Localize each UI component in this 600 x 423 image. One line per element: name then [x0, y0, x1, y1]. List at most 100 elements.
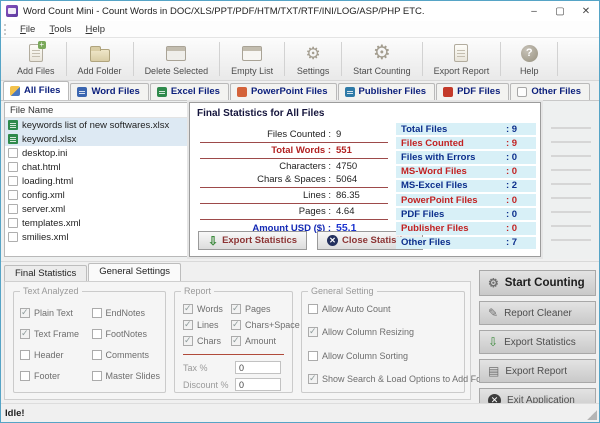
checkbox-lines[interactable]: Lines: [183, 317, 231, 333]
checkbox-box[interactable]: [20, 308, 30, 318]
report-cleaner-button[interactable]: ✎Report Cleaner: [479, 301, 596, 325]
checkbox-box[interactable]: [231, 320, 241, 330]
checkbox-box[interactable]: [20, 350, 30, 360]
start-counting-button[interactable]: ⚙ Start Counting: [343, 38, 421, 80]
checkbox-amount[interactable]: Amount: [231, 333, 300, 349]
resize-grip[interactable]: [587, 410, 597, 420]
file-row[interactable]: loading.html: [5, 174, 187, 188]
action-buttons: ⚙Start Counting ✎Report Cleaner ⇩Export …: [479, 270, 596, 412]
close-button-icon[interactable]: ✕: [573, 1, 599, 21]
window-controls: – ▢ ✕: [521, 1, 599, 21]
file-list-header[interactable]: File Name: [5, 103, 187, 118]
checkbox-box[interactable]: [308, 327, 318, 337]
export-report-action-button[interactable]: ▤Export Report: [479, 359, 596, 383]
tab-powerpoint-files[interactable]: PowerPoint Files: [230, 83, 337, 100]
file-icon: [8, 218, 18, 228]
excel-files-icon: [157, 87, 167, 97]
checkbox-footer[interactable]: Footer: [20, 365, 92, 386]
checkbox-words[interactable]: Words: [183, 301, 231, 317]
empty-list-button[interactable]: Empty List: [221, 38, 283, 80]
export-statistics-button[interactable]: ⇩Export Statistics: [198, 231, 307, 250]
tab-pdf-files[interactable]: PDF Files: [436, 83, 509, 100]
gear-icon: ⚙: [488, 277, 499, 289]
checkbox-comments[interactable]: Comments: [92, 344, 164, 365]
export-statistics-action-button[interactable]: ⇩Export Statistics: [479, 330, 596, 354]
checkbox-plain-text[interactable]: Plain Text: [20, 302, 92, 323]
menu-bar: File Tools Help: [1, 21, 599, 38]
checkbox-box[interactable]: [92, 371, 102, 381]
report-separator: [183, 354, 284, 355]
powerpoint-files-icon: [237, 87, 247, 97]
word-files-icon: [77, 87, 87, 97]
checkbox-box[interactable]: [231, 304, 241, 314]
statistics-title: Final Statistics for All Files: [190, 103, 540, 119]
discount-input[interactable]: [235, 378, 281, 391]
tab-publisher-files[interactable]: Publisher Files: [338, 83, 436, 100]
file-row[interactable]: keywords list of new softwares.xlsx: [5, 118, 187, 132]
checkbox-box[interactable]: [92, 329, 102, 339]
maximize-button-icon[interactable]: ▢: [547, 1, 573, 21]
checkbox-pages[interactable]: Pages: [231, 301, 300, 317]
checkbox-master-slides[interactable]: Master Slides: [92, 365, 164, 386]
file-row[interactable]: chat.html: [5, 160, 187, 174]
tab-word-files[interactable]: Word Files: [70, 83, 148, 100]
checkbox-box[interactable]: [183, 336, 193, 346]
type-count-row: PowerPoint Files: 0: [396, 194, 536, 206]
file-row[interactable]: keyword.xlsx: [5, 132, 187, 146]
checkbox-text-frame[interactable]: Text Frame: [20, 323, 92, 344]
toolbar-separator: [557, 42, 558, 76]
tab-other-files[interactable]: Other Files: [510, 83, 590, 100]
start-counting-action-button[interactable]: ⚙Start Counting: [479, 270, 596, 296]
menu-help[interactable]: Help: [79, 24, 113, 35]
checkbox-box[interactable]: [20, 371, 30, 381]
checkbox-show-search-load-options[interactable]: Show Search & Load Options to Add Folder…: [308, 374, 460, 384]
settings-button[interactable]: ⚙ Settings: [286, 38, 340, 80]
checkbox-chars[interactable]: Chars: [183, 333, 231, 349]
add-files-button[interactable]: + Add Files: [7, 38, 65, 80]
checkbox-footnotes[interactable]: FootNotes: [92, 323, 164, 344]
checkbox-allow-column-resizing[interactable]: Allow Column Resizing: [308, 327, 460, 337]
tax-input[interactable]: [235, 361, 281, 374]
checkbox-box[interactable]: [231, 336, 241, 346]
menu-tools[interactable]: Tools: [42, 24, 78, 35]
file-row[interactable]: smilies.xml: [5, 230, 187, 244]
statistics-buttons: ⇩Export Statistics ✕Close Statistics: [198, 231, 423, 250]
export-report-button[interactable]: Export Report: [424, 38, 500, 80]
add-files-icon: +: [29, 43, 43, 64]
checkbox-allow-column-sorting[interactable]: Allow Column Sorting: [308, 351, 460, 361]
file-row[interactable]: desktop.ini: [5, 146, 187, 160]
excel-file-icon: [8, 134, 18, 144]
checkbox-box[interactable]: [92, 308, 102, 318]
file-row[interactable]: server.xml: [5, 202, 187, 216]
help-button[interactable]: ? Help: [502, 38, 556, 80]
checkbox-box[interactable]: [183, 304, 193, 314]
window-title: Word Count Mini - Count Words in DOC/XLS…: [23, 6, 521, 17]
checkbox-box[interactable]: [183, 320, 193, 330]
tab-excel-files[interactable]: Excel Files: [150, 83, 229, 100]
checkbox-chars-space[interactable]: Chars+Space: [231, 317, 300, 333]
checkbox-box[interactable]: [308, 351, 318, 361]
add-folder-button[interactable]: Add Folder: [68, 38, 132, 80]
checkbox-box[interactable]: [308, 304, 318, 314]
minimize-button-icon[interactable]: –: [521, 1, 547, 21]
tab-final-statistics[interactable]: Final Statistics: [4, 265, 87, 281]
checkbox-box[interactable]: [308, 374, 318, 384]
checkbox-endnotes[interactable]: EndNotes: [92, 302, 164, 323]
tab-all-files[interactable]: All Files: [3, 81, 69, 100]
stat-row: Total Words :551: [200, 143, 388, 159]
help-icon: ?: [521, 43, 538, 64]
checkbox-box[interactable]: [92, 350, 102, 360]
bottom-section: Final Statistics General Settings Text A…: [1, 261, 600, 404]
settings-gear-icon: ⚙: [306, 43, 321, 64]
checkbox-header[interactable]: Header: [20, 344, 92, 365]
tab-general-settings[interactable]: General Settings: [88, 263, 181, 281]
menu-file[interactable]: File: [13, 24, 42, 35]
file-row[interactable]: templates.xml: [5, 216, 187, 230]
delete-selected-button[interactable]: Delete Selected: [135, 38, 219, 80]
file-row[interactable]: config.xml: [5, 188, 187, 202]
checkbox-box[interactable]: [20, 329, 30, 339]
file-list: File Name keywords list of new softwares…: [4, 102, 188, 257]
file-icon: [8, 204, 18, 214]
checkbox-allow-auto-count[interactable]: Allow Auto Count: [308, 304, 460, 314]
stat-row: Chars & Spaces :5064: [200, 172, 388, 188]
